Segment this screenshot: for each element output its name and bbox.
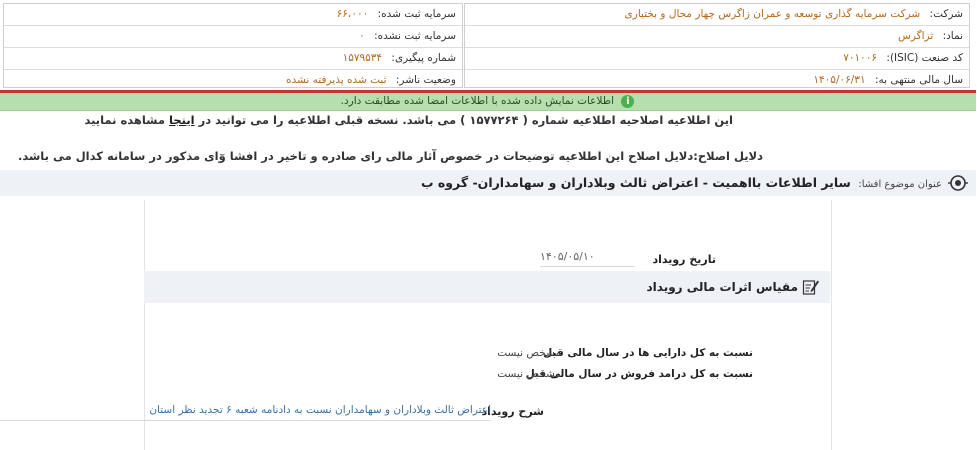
tracking-number-row: شماره پیگیری: ۱۵۷۹۵۳۴ (5, 48, 463, 70)
ratio-assets-label: نسبت به کل دارایی ها در سال مالی قبل (544, 347, 754, 359)
amendment-notice: این اطلاعیه اصلاحیه اطلاعیه شماره ( ۱۵۷۷… (85, 113, 734, 127)
subject-value: سایر اطلاعات بااهمیت - اعتراض ثالث وبلاد… (422, 175, 852, 190)
event-description-value: اعتراض ثالث وبلاداران و سهامداران نسبت ب… (0, 400, 492, 421)
verification-banner: i اطلاعات نمایش داده شده با اطلاعات امضا… (0, 93, 977, 111)
symbol-value: ثزاگرس (899, 30, 935, 42)
publisher-status-value: ثبت شده پذیرفته نشده (287, 74, 388, 86)
registered-capital-label: سرمایه ثبت شده: (378, 8, 457, 20)
target-icon (949, 175, 969, 191)
unregistered-capital-value: ۰ (360, 30, 366, 42)
isic-row: کد صنعت (ISIC): ۷۰۱۰۰۶ (466, 48, 970, 70)
company-name-value: شرکت سرمایه گذاری توسعه و عمران زاگرس چه… (625, 8, 922, 20)
amendment-notice-tail: مشاهده نمایید (85, 113, 171, 127)
registered-capital-value: ۶۶،۰۰۰ (337, 8, 370, 20)
company-info-table: شرکت: شرکت سرمایه گذاری توسعه و عمران زا… (0, 3, 977, 88)
info-icon: i (622, 94, 636, 108)
event-date-value: ۱۴۰۵/۰۵/۱۰ (541, 248, 636, 267)
amendment-notice-text: این اطلاعیه اصلاحیه اطلاعیه شماره ( ۱۵۷۷… (195, 113, 734, 127)
isic-label: کد صنعت (ISIC): (887, 52, 964, 64)
ratio-assets-value: مشخص نیست (498, 347, 562, 359)
edit-note-icon (803, 280, 820, 295)
amendment-reason: دلایل اصلاح:دلایل اصلاح این اطلاعیه توضی… (18, 149, 764, 163)
fiscal-year-row: سال مالی منتهی به: ۱۴۰۵/۰۶/۳۱ (466, 70, 970, 91)
unregistered-capital-label: سرمایه ثبت نشده: (375, 30, 457, 42)
isic-value: ۷۰۱۰۰۶ (844, 52, 879, 64)
company-info-left-column: سرمایه ثبت شده: ۶۶،۰۰۰ سرمایه ثبت نشده: … (4, 3, 464, 88)
symbol-row: نماد: ثزاگرس (466, 26, 970, 48)
ratio-revenue-value: مشخص نیست (498, 368, 562, 380)
fiscal-year-value: ۱۴۰۵/۰۶/۳۱ (814, 74, 867, 86)
previous-version-link[interactable]: اینجا (170, 113, 196, 127)
disclosure-subject: عنوان موضوع افشا: سایر اطلاعات بااهمیت -… (422, 170, 943, 198)
unregistered-capital-row: سرمایه ثبت نشده: ۰ (5, 26, 463, 48)
registered-capital-row: سرمایه ثبت شده: ۶۶،۰۰۰ (5, 4, 463, 26)
tracking-number-label: شماره پیگیری: (392, 52, 457, 64)
event-date-label: تاریخ رویداد (653, 253, 717, 266)
verification-text: اطلاعات نمایش داده شده با اطلاعات امضا ش… (341, 95, 615, 107)
financial-effects-header: مقیاس اثرات مالی رویداد (145, 271, 831, 303)
fiscal-year-label: سال مالی منتهی به: (875, 74, 964, 86)
company-name-label: شرکت: (930, 8, 964, 20)
symbol-label: نماد: (943, 30, 964, 42)
publisher-status-label: وضعیت ناشر: (396, 74, 457, 86)
disclosure-subject-bar: عنوان موضوع افشا: سایر اطلاعات بااهمیت -… (0, 170, 977, 196)
subject-label: عنوان موضوع افشا: (859, 179, 943, 190)
financial-effects-title: مقیاس اثرات مالی رویداد (647, 280, 799, 294)
company-info-right-column: شرکت: شرکت سرمایه گذاری توسعه و عمران زا… (465, 3, 971, 88)
company-name-row: شرکت: شرکت سرمایه گذاری توسعه و عمران زا… (466, 4, 970, 26)
publisher-status-row: وضعیت ناشر: ثبت شده پذیرفته نشده (5, 70, 463, 91)
tracking-number-value: ۱۵۷۹۵۳۴ (343, 52, 384, 64)
